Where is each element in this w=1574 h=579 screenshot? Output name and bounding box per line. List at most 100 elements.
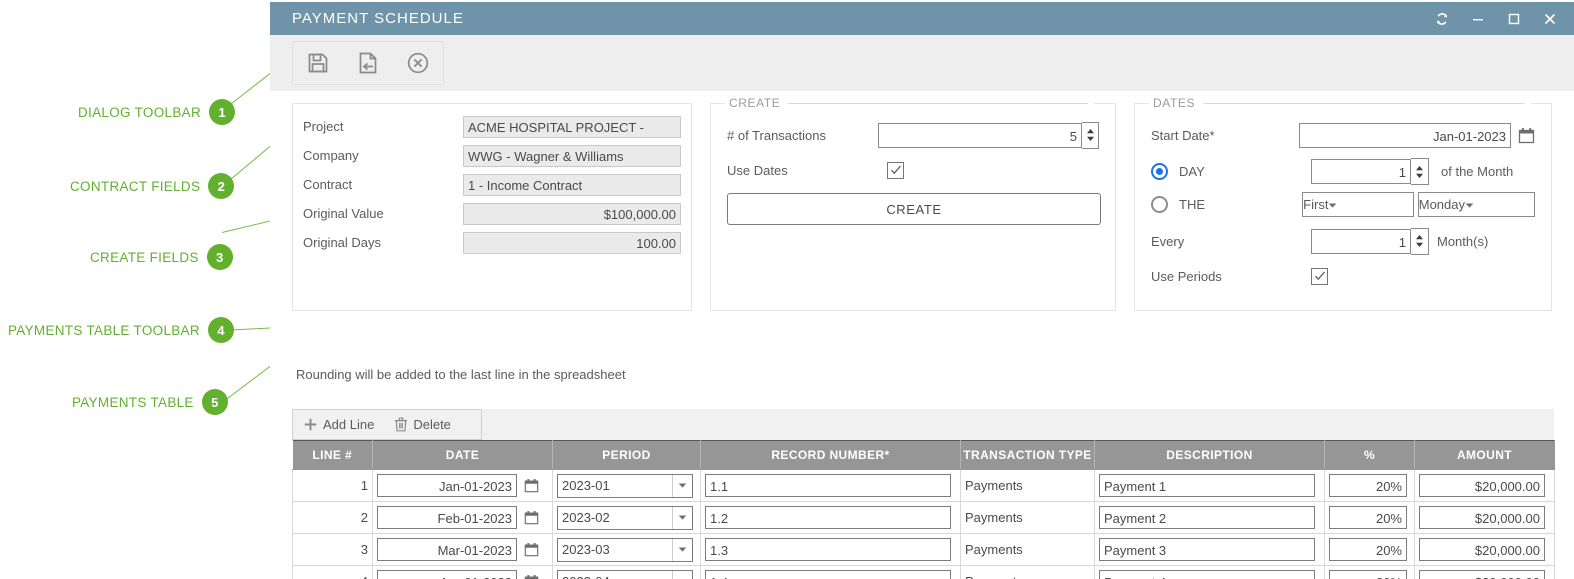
day-of-month-input[interactable]: 1 xyxy=(1311,159,1411,184)
amount-input[interactable]: $20,000.00 xyxy=(1419,538,1545,561)
chevron-down-icon xyxy=(672,506,692,529)
maximize-icon[interactable] xyxy=(1506,11,1522,27)
payments-table-toolbar: Add Line Delete xyxy=(292,409,482,440)
period-select[interactable]: 2023-01 xyxy=(557,473,693,498)
amount-input[interactable]: $20,000.00 xyxy=(1419,506,1545,529)
percent-input[interactable]: 20% xyxy=(1329,538,1407,561)
cell-transaction-type: Payments xyxy=(960,565,1095,579)
period-value: 2023-02 xyxy=(562,510,610,525)
annotation-label: PAYMENTS TABLE xyxy=(72,394,194,410)
add-line-button[interactable]: Add Line xyxy=(293,417,384,432)
cell-line-number: 4 xyxy=(292,565,373,579)
start-date-label: Start Date* xyxy=(1151,127,1215,143)
description-input[interactable]: Payment 1 xyxy=(1099,474,1315,497)
cancel-icon[interactable] xyxy=(393,43,443,83)
the-radio-label: THE xyxy=(1179,197,1205,212)
table-row: 3 Mar-01-2023 2023-03 1.3 Payments Payme… xyxy=(292,533,1555,566)
cell-description: Payment 1 xyxy=(1094,469,1325,502)
description-input[interactable]: Payment 2 xyxy=(1099,506,1315,529)
col-type[interactable]: TRANSACTION TYPE xyxy=(960,440,1095,470)
day-radio-cell[interactable]: DAY xyxy=(1151,163,1311,180)
annotation-create-fields: CREATE FIELDS 3 xyxy=(90,244,233,270)
minimize-icon[interactable] xyxy=(1470,11,1486,27)
save-icon[interactable] xyxy=(293,43,343,83)
chevron-down-icon xyxy=(1328,197,1337,212)
annotation-badge: 2 xyxy=(208,173,235,199)
period-select[interactable]: 2023-04 xyxy=(557,569,693,579)
the-radio[interactable] xyxy=(1151,196,1168,213)
col-period[interactable]: PERIOD xyxy=(552,440,701,470)
percent-input[interactable]: 20% xyxy=(1329,570,1407,579)
day-radio[interactable] xyxy=(1151,163,1168,180)
delete-button[interactable]: Delete xyxy=(384,417,461,432)
period-value: 2023-04 xyxy=(558,574,672,579)
table-header-row: LINE # DATE PERIOD RECORD NUMBER* TRANSA… xyxy=(292,440,1555,470)
refresh-icon[interactable] xyxy=(1434,11,1450,27)
weekday-select[interactable]: Monday xyxy=(1417,192,1535,217)
record-input[interactable]: 1.2 xyxy=(705,506,951,529)
payment-schedule-dialog: PAYMENT SCHEDULE Project ACME HOSPITAL P… xyxy=(270,2,1574,579)
calendar-icon[interactable] xyxy=(524,478,539,493)
date-input[interactable]: Apr-01-2023 xyxy=(377,570,517,579)
col-record[interactable]: RECORD NUMBER* xyxy=(700,440,961,470)
chevron-down-icon xyxy=(672,474,692,497)
field-label: Original Value xyxy=(303,206,384,221)
cell-period: 2023-04 xyxy=(552,565,701,579)
use-dates-label: Use Dates xyxy=(727,162,788,178)
amount-input[interactable]: $20,000.00 xyxy=(1419,474,1545,497)
description-input[interactable]: Payment 4 xyxy=(1099,570,1315,579)
cell-percent: 20% xyxy=(1324,469,1415,502)
record-input[interactable]: 1.1 xyxy=(705,474,951,497)
transactions-row: # of Transactions 5 xyxy=(727,120,1100,150)
use-dates-checkbox[interactable] xyxy=(887,161,904,179)
dialog-toolbar-group xyxy=(292,41,444,85)
dialog-titlebar: PAYMENT SCHEDULE xyxy=(270,2,1574,35)
create-button[interactable]: CREATE xyxy=(727,193,1101,225)
the-radio-cell[interactable]: THE xyxy=(1151,196,1302,213)
every-input[interactable]: 1 xyxy=(1311,228,1411,254)
col-date[interactable]: DATE xyxy=(372,440,553,470)
cell-date: Mar-01-2023 xyxy=(372,533,553,566)
amount-input[interactable]: $20,000.00 xyxy=(1419,570,1545,579)
period-select[interactable]: 2023-03 xyxy=(557,537,693,562)
col-description[interactable]: DESCRIPTION xyxy=(1094,440,1325,470)
day-of-month-stepper[interactable] xyxy=(1411,158,1429,185)
date-input[interactable]: Mar-01-2023 xyxy=(377,538,517,561)
calendar-icon[interactable] xyxy=(1518,127,1535,144)
every-label: Every xyxy=(1151,233,1185,249)
calendar-icon[interactable] xyxy=(524,574,539,579)
col-percent[interactable]: % xyxy=(1324,440,1415,470)
calendar-icon[interactable] xyxy=(524,542,539,557)
transactions-input[interactable]: 5 xyxy=(877,122,1082,148)
record-input[interactable]: 1.3 xyxy=(705,538,951,561)
cell-amount: $20,000.00 xyxy=(1414,533,1555,566)
use-dates-row: Use Dates xyxy=(727,155,1099,185)
transactions-stepper[interactable] xyxy=(1081,121,1100,149)
cell-amount: $20,000.00 xyxy=(1414,501,1555,534)
field-row-original-value: Original Value $100,000.00 xyxy=(303,199,681,228)
calendar-icon[interactable] xyxy=(524,510,539,525)
period-value: 2023-03 xyxy=(562,542,610,557)
description-input[interactable]: Payment 3 xyxy=(1099,538,1315,561)
dates-panel-title: DATES xyxy=(1153,96,1196,110)
cell-period: 2023-03 xyxy=(552,533,701,566)
date-input[interactable]: Feb-01-2023 xyxy=(377,506,517,529)
delete-label: Delete xyxy=(413,417,451,432)
percent-input[interactable]: 20% xyxy=(1329,506,1407,529)
percent-input[interactable]: 20% xyxy=(1329,474,1407,497)
cell-amount: $20,000.00 xyxy=(1414,469,1555,502)
date-input[interactable]: Jan-01-2023 xyxy=(377,474,517,497)
period-select[interactable]: 2023-02 xyxy=(557,505,693,530)
col-amount[interactable]: AMOUNT xyxy=(1414,440,1555,470)
record-input[interactable]: 1.4 xyxy=(705,570,951,579)
annotation-label: CREATE FIELDS xyxy=(90,249,199,265)
close-icon[interactable] xyxy=(1542,11,1558,27)
use-periods-checkbox[interactable] xyxy=(1311,267,1328,285)
export-icon[interactable] xyxy=(343,43,393,83)
every-stepper[interactable] xyxy=(1411,227,1429,255)
original-days-field: 100.00 xyxy=(463,231,681,254)
ordinal-select[interactable]: First xyxy=(1302,192,1414,217)
col-line[interactable]: LINE # xyxy=(292,440,373,470)
cell-amount: $20,000.00 xyxy=(1414,565,1555,579)
start-date-input[interactable]: Jan-01-2023 xyxy=(1299,122,1511,148)
